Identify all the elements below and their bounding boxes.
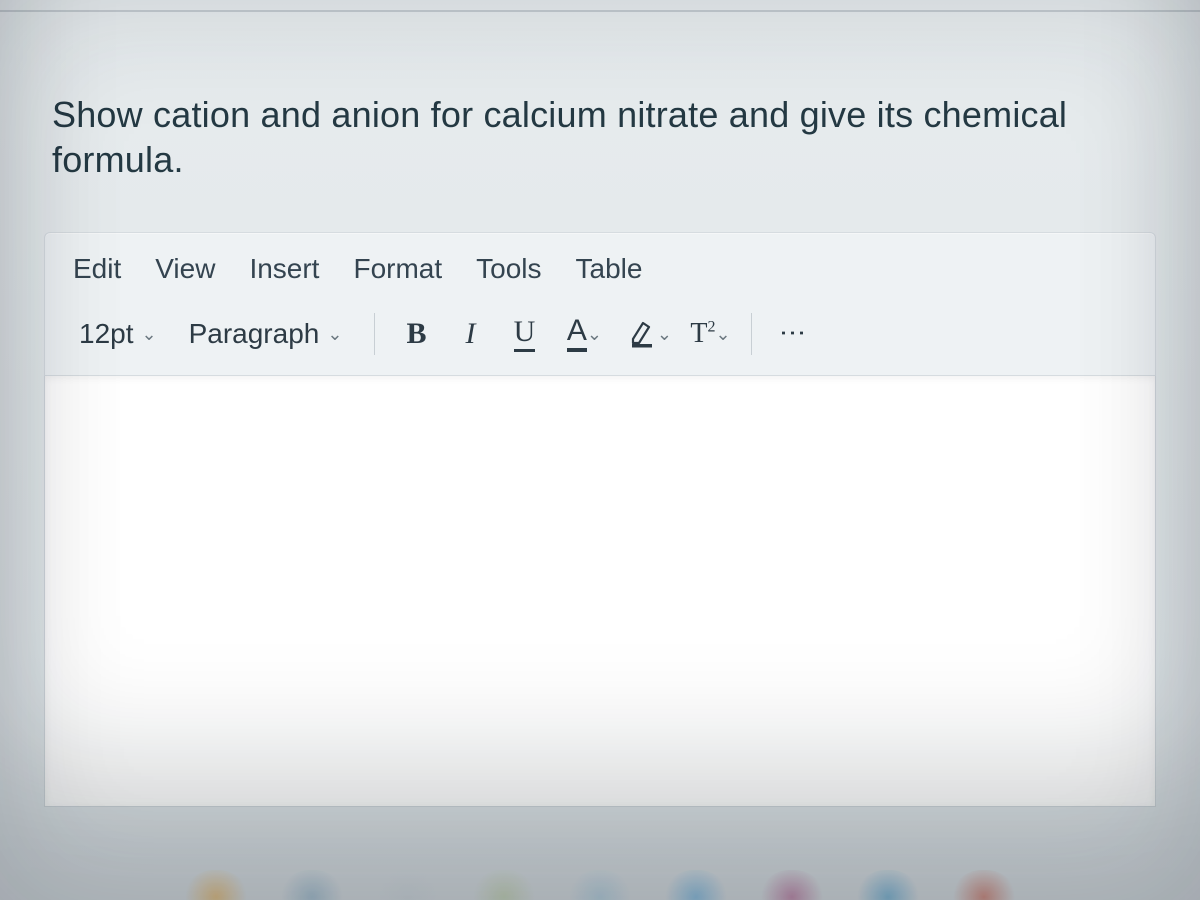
italic-button[interactable]: I xyxy=(447,311,493,357)
chevron-down-icon: ⌄ xyxy=(142,324,157,345)
menu-view[interactable]: View xyxy=(155,253,215,285)
taskbar-app-icon[interactable] xyxy=(951,870,1017,900)
taskbar-app-icon[interactable] xyxy=(471,870,537,900)
question-prompt: Show cation and anion for calcium nitrat… xyxy=(52,92,1148,182)
italic-icon: I xyxy=(465,317,475,351)
superscript-button[interactable]: T2 ⌄ xyxy=(687,311,733,357)
chevron-down-icon: ⌄ xyxy=(587,324,602,345)
editor-content[interactable] xyxy=(45,376,1155,806)
editor-content-frame xyxy=(44,376,1156,807)
toolbar-separator xyxy=(751,313,752,355)
os-taskbar xyxy=(0,864,1200,900)
menu-format[interactable]: Format xyxy=(353,253,442,285)
chevron-down-icon: ⌄ xyxy=(715,324,730,345)
taskbar-app-icon[interactable] xyxy=(855,870,921,900)
editor-toolbar: 12pt ⌄ Paragraph ⌄ B I U A ⌄ xyxy=(45,303,1155,375)
menu-insert[interactable]: Insert xyxy=(249,253,319,285)
font-size-label: 12pt xyxy=(79,318,134,350)
chevron-down-icon: ⌄ xyxy=(327,324,342,345)
more-icon: ⋮ xyxy=(780,320,806,348)
taskbar-app-icon[interactable] xyxy=(759,870,825,900)
block-format-dropdown[interactable]: Paragraph ⌄ xyxy=(179,314,357,354)
question-prompt-area: Show cation and anion for calcium nitrat… xyxy=(0,18,1200,222)
menu-edit[interactable]: Edit xyxy=(73,253,121,285)
underline-button[interactable]: U xyxy=(501,311,547,357)
taskbar-app-icon[interactable] xyxy=(279,870,345,900)
highlight-icon xyxy=(629,319,657,349)
font-size-dropdown[interactable]: 12pt ⌄ xyxy=(69,314,171,354)
taskbar-app-icon[interactable] xyxy=(567,870,633,900)
menu-table[interactable]: Table xyxy=(576,253,643,285)
menu-tools[interactable]: Tools xyxy=(476,253,541,285)
editor-menubar: Edit View Insert Format Tools Table xyxy=(45,233,1155,303)
taskbar-app-icon[interactable] xyxy=(375,870,441,900)
superscript-icon: T2 xyxy=(690,318,715,350)
text-color-icon: A xyxy=(567,316,587,352)
more-options-button[interactable]: ⋮ xyxy=(770,311,816,357)
taskbar-app-icon[interactable] xyxy=(663,870,729,900)
block-format-label: Paragraph xyxy=(189,318,320,350)
taskbar-app-icon[interactable] xyxy=(183,870,249,900)
divider xyxy=(0,10,1200,12)
page-root: Show cation and anion for calcium nitrat… xyxy=(0,0,1200,900)
bold-button[interactable]: B xyxy=(393,311,439,357)
text-color-button[interactable]: A ⌄ xyxy=(555,311,613,357)
underline-icon: U xyxy=(514,317,536,352)
chevron-down-icon: ⌄ xyxy=(657,324,672,345)
rich-text-editor: Edit View Insert Format Tools Table 12pt… xyxy=(44,232,1156,376)
toolbar-separator xyxy=(374,313,375,355)
bold-icon: B xyxy=(406,317,426,351)
highlight-color-button[interactable]: ⌄ xyxy=(621,311,679,357)
